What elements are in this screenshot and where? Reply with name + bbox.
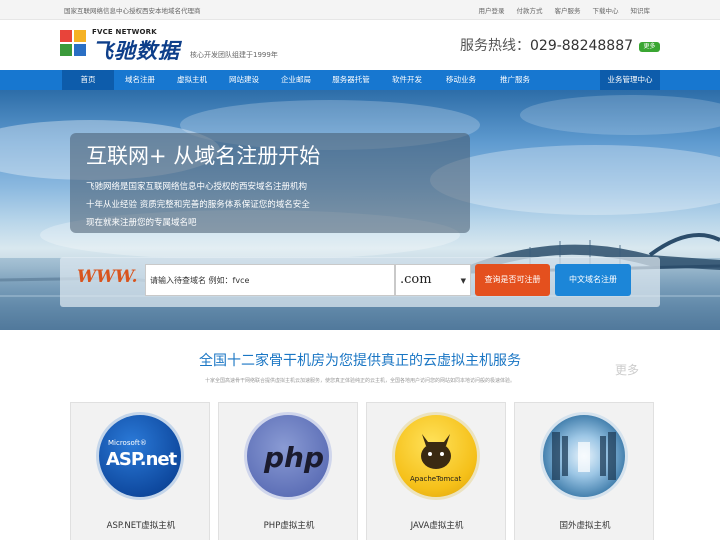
tld-selected-value: .com (400, 272, 432, 287)
header: FVCE NETWORK 飞驰数据 核心开发团队组建于1999年 服务热线：02… (0, 20, 720, 70)
php-logo-icon: php (244, 412, 332, 500)
top-links: 用户登录 付款方式 客户服务 下载中心 知识库 (479, 5, 651, 15)
slogan: 核心开发团队组建于1999年 (190, 51, 278, 59)
www-prefix: WWW. (77, 267, 138, 287)
logo-mark-icon (60, 30, 88, 60)
domain-search-input[interactable] (145, 264, 395, 296)
hero-line-3: 现在就来注册您的专属域名吧 (86, 218, 197, 228)
nav-enterprise-mail[interactable]: 企业邮局 (270, 70, 322, 90)
tomcat-cat-icon (421, 434, 451, 469)
payment-link[interactable]: 付款方式 (517, 5, 543, 15)
nav-virtual-host[interactable]: 虚拟主机 (166, 70, 218, 90)
hotline: 服务热线：029-88248887 (460, 35, 633, 55)
aspnet-logo-top: Microsoft® (108, 439, 147, 447)
card-overseas[interactable]: 国外虚拟主机 (514, 402, 654, 540)
card-aspnet[interactable]: Microsoft® ASP.net ASP.NET虚拟主机 (70, 402, 210, 540)
nav-home[interactable]: 首页 (62, 70, 114, 90)
nav-promotion[interactable]: 推广服务 (488, 70, 542, 90)
tomcat-logo-main: ApacheTomcat (410, 475, 462, 483)
card-label-aspnet: ASP.NET虚拟主机 (106, 521, 176, 531)
hero-line-2: 十年从业经验 资质完整和完善的服务体系保证您的域名安全 (86, 200, 310, 210)
download-center-link[interactable]: 下载中心 (593, 5, 619, 15)
hero-title: 互联网+ 从域名注册开始 (86, 144, 321, 168)
tld-select[interactable]: .com ▼ (395, 264, 471, 296)
tomcat-logo-icon: ApacheTomcat (392, 412, 480, 500)
nav-server-hosting[interactable]: 服务器托管 (322, 70, 380, 90)
section-more-link[interactable]: 更多 (615, 361, 639, 378)
card-label-overseas: 国外虚拟主机 (559, 521, 611, 531)
card-label-php: PHP虚拟主机 (263, 521, 315, 531)
chevron-down-icon: ▼ (460, 277, 466, 285)
hotline-label: 服务热线： (460, 38, 530, 54)
aspnet-logo-icon: Microsoft® ASP.net (96, 412, 184, 500)
nav-domain[interactable]: 域名注册 (114, 70, 166, 90)
hotline-more-badge[interactable]: 更多 (639, 42, 660, 52)
nav-software-dev[interactable]: 软件开发 (380, 70, 434, 90)
nav-business-center[interactable]: 业务管理中心 (600, 70, 660, 90)
nav-website-build[interactable]: 网站建设 (218, 70, 270, 90)
logo-chinese: 飞驰数据 (92, 39, 180, 63)
hero-text-box: 互联网+ 从域名注册开始 飞驰网络是国家互联网络信息中心授权的西安域名注册机构 … (70, 133, 470, 233)
hero-line-1: 飞驰网络是国家互联网络信息中心授权的西安域名注册机构 (86, 182, 308, 192)
hosting-cards: Microsoft® ASP.net ASP.NET虚拟主机 php PHP虚拟… (70, 402, 658, 540)
server-room-icon (540, 412, 628, 500)
nav-mobile[interactable]: 移动业务 (434, 70, 488, 90)
knowledge-base-link[interactable]: 知识库 (631, 5, 651, 15)
card-label-java: JAVA虚拟主机 (410, 521, 464, 531)
top-notice: 国家互联网络信息中心授权西安本地域名代理商 (64, 7, 201, 15)
php-logo-main: php (264, 441, 325, 474)
check-domain-button[interactable]: 查询是否可注册 (475, 264, 550, 296)
aspnet-logo-main: ASP.net (106, 449, 177, 470)
section-title: 全国十二家骨干机房为您提供真正的云虚拟主机服务 (199, 353, 521, 369)
hotline-number: 029-88248887 (530, 38, 634, 54)
chinese-domain-button[interactable]: 中文域名注册 (555, 264, 631, 296)
top-bar: 国家互联网络信息中心授权西安本地域名代理商 用户登录 付款方式 客户服务 下载中… (0, 0, 720, 20)
main-nav: 首页 域名注册 虚拟主机 网站建设 企业邮局 服务器托管 软件开发 移动业务 推… (0, 70, 720, 90)
card-php[interactable]: php PHP虚拟主机 (218, 402, 358, 540)
hero-banner: 互联网+ 从域名注册开始 飞驰网络是国家互联网络信息中心授权的西安域名注册机构 … (0, 90, 720, 330)
login-link[interactable]: 用户登录 (479, 5, 505, 15)
customer-service-link[interactable]: 客户服务 (555, 5, 581, 15)
domain-search-bar: WWW. .com ▼ 查询是否可注册 中文域名注册 (60, 257, 660, 307)
card-java[interactable]: ApacheTomcat JAVA虚拟主机 (366, 402, 506, 540)
section-description: 十家全国高速骨干网络联合提供虚拟主机云加速服务，使您真正体验纯正的云主机，全国各… (204, 378, 515, 384)
